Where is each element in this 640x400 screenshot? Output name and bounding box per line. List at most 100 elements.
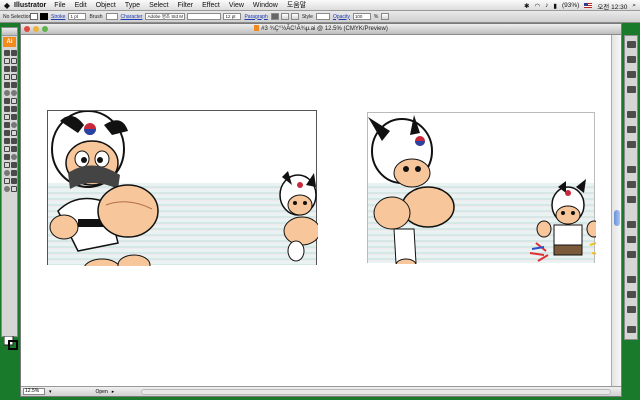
transform-panel-icon[interactable]	[627, 291, 636, 298]
artwork-canvas[interactable]	[21, 35, 612, 387]
opentype-panel-icon[interactable]	[627, 251, 636, 258]
stroke-link[interactable]: Stroke	[50, 14, 66, 20]
stroke-swatch[interactable]	[40, 13, 48, 20]
column-graph-tool-icon[interactable]	[10, 169, 17, 176]
clock[interactable]: 오전 12:30	[597, 1, 627, 11]
fill-stroke-swatches[interactable]	[4, 336, 18, 350]
battery-icon[interactable]: ▮	[553, 2, 557, 10]
appearance-panel-icon[interactable]	[627, 166, 636, 173]
align-center-button[interactable]	[280, 13, 289, 20]
menu-file[interactable]: File	[54, 2, 65, 9]
tools-panel-header[interactable]	[2, 28, 17, 36]
apple-menu-icon[interactable]: ◆	[0, 1, 14, 10]
rectangle-tool-icon[interactable]	[10, 73, 17, 80]
graph-tool-icon[interactable]	[10, 105, 17, 112]
selection-tool-icon[interactable]	[3, 49, 10, 56]
align-left-button[interactable]	[270, 13, 279, 20]
align-right-button[interactable]	[290, 13, 299, 20]
gradient-tool-icon[interactable]	[10, 113, 17, 120]
graphic-styles-panel-icon[interactable]	[627, 181, 636, 188]
menu-window[interactable]: Window	[253, 2, 278, 9]
twirl-tool-icon[interactable]	[3, 169, 10, 176]
spotlight-icon[interactable]: ⌕	[632, 2, 636, 10]
pencil-tool-icon[interactable]	[10, 81, 17, 88]
app-menu[interactable]: Illustrator	[14, 2, 46, 9]
paragraph-panel-icon[interactable]	[627, 236, 636, 243]
measure-tool-icon[interactable]	[10, 161, 17, 168]
type-tool-icon[interactable]	[10, 65, 17, 72]
paragraph-link[interactable]: Paragraph	[243, 14, 268, 20]
mesh-tool-icon[interactable]	[3, 113, 10, 120]
hand-tool-icon[interactable]	[3, 153, 10, 160]
control-menu-button[interactable]	[381, 13, 390, 20]
document-titlebar[interactable]: #3 ¾Ç°½ÃC¹Ã¾µ.ai @ 12.5% (CMYK/Preview)	[21, 24, 621, 35]
magic-wand-tool-icon[interactable]	[3, 57, 10, 64]
flare-tool-icon[interactable]	[3, 177, 10, 184]
direct-selection-tool-icon[interactable]	[10, 49, 17, 56]
pen-tool-icon[interactable]	[3, 65, 10, 72]
align-panel-icon[interactable]	[627, 276, 636, 283]
vertical-scrollbar[interactable]	[611, 35, 621, 387]
minimize-button[interactable]	[33, 26, 39, 32]
eraser-tool-icon[interactable]	[3, 145, 10, 152]
pucker-tool-icon[interactable]	[3, 185, 10, 192]
bluetooth-icon[interactable]: ✱	[524, 2, 529, 10]
lasso-tool-icon[interactable]	[10, 57, 17, 64]
opacity-field[interactable]: 100	[352, 13, 371, 20]
artboard-right[interactable]	[367, 112, 596, 264]
wifi-icon[interactable]: ◠	[534, 2, 540, 10]
fill-swatch[interactable]	[30, 13, 38, 20]
artboard-left[interactable]	[47, 110, 318, 266]
menu-view[interactable]: View	[229, 2, 244, 9]
line-tool-icon[interactable]	[3, 73, 10, 80]
input-flag-icon[interactable]	[584, 3, 593, 8]
horizontal-scrollbar[interactable]	[141, 389, 611, 395]
menu-effect[interactable]: Effect	[202, 2, 220, 9]
free-transform-tool-icon[interactable]	[10, 97, 17, 104]
rotate-tool-icon[interactable]	[3, 89, 10, 96]
slice-tool-icon[interactable]	[10, 137, 17, 144]
font-field[interactable]: Adobe 명조 Std M	[145, 13, 186, 20]
symbols-panel-icon[interactable]	[627, 86, 636, 93]
transparency-panel-icon[interactable]	[627, 141, 636, 148]
menu-select[interactable]: Select	[149, 2, 168, 9]
live-paint-tool-icon[interactable]	[3, 129, 10, 136]
zoom-button[interactable]	[42, 26, 48, 32]
close-button[interactable]	[24, 26, 30, 32]
menu-edit[interactable]: Edit	[75, 2, 87, 9]
bloat-tool-icon[interactable]	[10, 185, 17, 192]
swatches-panel-icon[interactable]	[627, 56, 636, 63]
volume-icon[interactable]: ♪	[545, 2, 548, 9]
opacity-link[interactable]: Opacity	[332, 14, 351, 20]
eyedropper-tool-icon[interactable]	[3, 121, 10, 128]
blend-tool-icon[interactable]	[10, 121, 17, 128]
symbol-sprayer-tool-icon[interactable]	[3, 105, 10, 112]
stroke-panel-icon[interactable]	[627, 111, 636, 118]
menu-object[interactable]: Object	[96, 2, 116, 9]
pathfinder-panel-icon[interactable]	[627, 306, 636, 313]
page-tool-icon[interactable]	[3, 161, 10, 168]
crop-area-tool-icon[interactable]	[3, 137, 10, 144]
character-panel-icon[interactable]	[627, 221, 636, 228]
zoom-tool-icon[interactable]	[10, 153, 17, 160]
navigator-panel-icon[interactable]	[627, 326, 636, 333]
character-link[interactable]: Character	[120, 14, 144, 20]
font-size-field[interactable]: 12 pt	[223, 13, 242, 20]
knife-tool-icon[interactable]	[10, 177, 17, 184]
zoom-field[interactable]: 12.5%	[23, 388, 45, 395]
zoom-menu-icon[interactable]: ▾	[49, 389, 52, 395]
brushes-panel-icon[interactable]	[627, 71, 636, 78]
menu-type[interactable]: Type	[125, 2, 140, 9]
scissors-tool-icon[interactable]	[10, 145, 17, 152]
layers-panel-icon[interactable]	[627, 196, 636, 203]
warp-tool-icon[interactable]	[3, 97, 10, 104]
status-menu-icon[interactable]: ▸	[112, 389, 115, 395]
stroke-weight-field[interactable]: 1 pt	[68, 13, 87, 20]
font-style-field[interactable]	[187, 13, 222, 20]
live-paint-selection-tool-icon[interactable]	[10, 129, 17, 136]
status-text[interactable]: Open	[96, 389, 108, 395]
menu-filter[interactable]: Filter	[178, 2, 194, 9]
scale-tool-icon[interactable]	[10, 89, 17, 96]
paintbrush-tool-icon[interactable]	[3, 81, 10, 88]
vertical-scroll-thumb[interactable]	[614, 210, 620, 226]
